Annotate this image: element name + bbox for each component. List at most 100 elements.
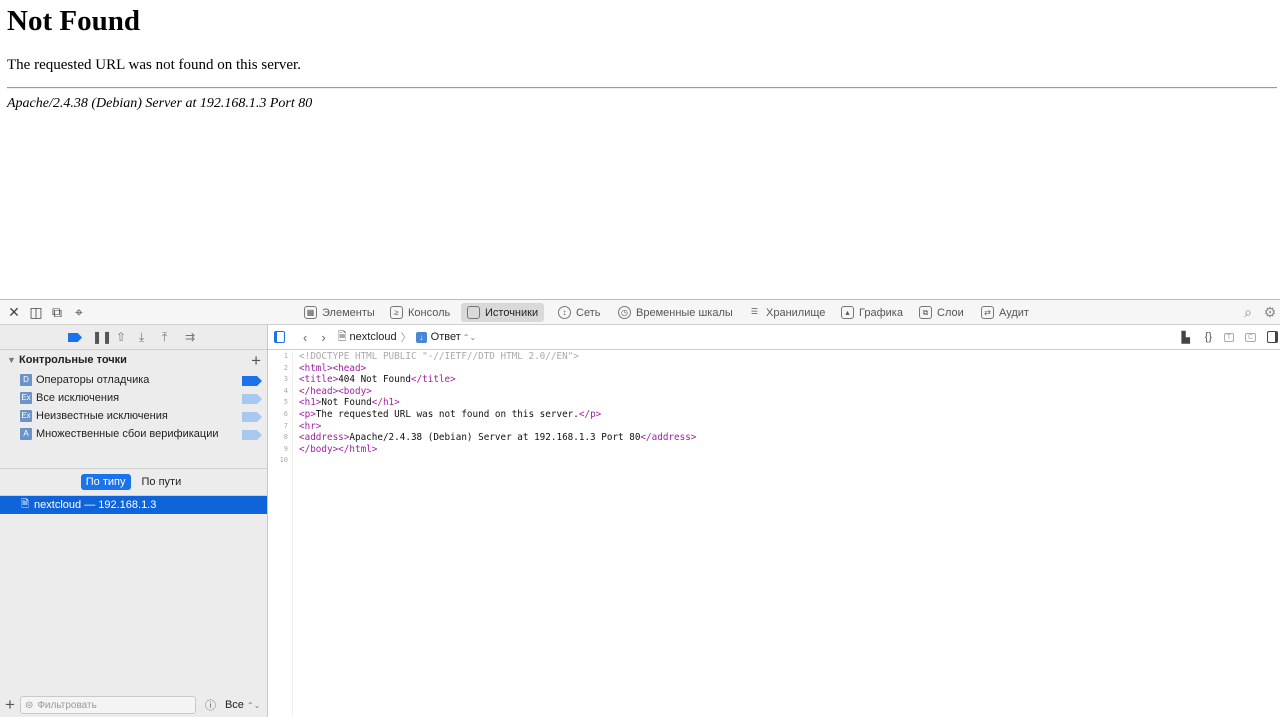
tab-audit[interactable]: ⇄ Аудит [975, 303, 1035, 322]
coverage-icon[interactable]: C [1244, 332, 1256, 342]
document-icon: 🗎 [21, 498, 30, 510]
code-tag: </head><body> [299, 385, 372, 397]
step-out-icon[interactable]: ⤒ [162, 331, 167, 343]
line-number[interactable]: 5 [268, 397, 292, 409]
tab-layers[interactable]: ⧉ Слои [913, 303, 970, 322]
back-icon[interactable]: ‹ [303, 330, 307, 345]
line-number[interactable]: 3 [268, 374, 292, 386]
breakpoint-flag[interactable] [242, 412, 262, 422]
code-line: <address>Apache/2.4.38 (Debian) Server a… [299, 432, 696, 444]
updown-chevron-icon: ⌃⌄ [462, 332, 477, 342]
forward-icon[interactable]: › [321, 330, 325, 345]
code-tag: <html><head> [299, 362, 367, 374]
grouping-scope-bar: По типу По пути [0, 468, 267, 496]
code-line: </body></html> [299, 444, 696, 456]
line-number[interactable]: 10 [268, 455, 292, 467]
gear-icon[interactable]: ⚙ [1262, 304, 1278, 320]
code-tag: <title> [299, 374, 339, 386]
code-doctype: <!DOCTYPE HTML PUBLIC "-//IETF//DTD HTML… [299, 351, 579, 362]
code-line: </head><body> [299, 386, 696, 398]
storage-icon: ☰ [750, 307, 759, 316]
undock-icon[interactable]: ⧉ [49, 304, 65, 320]
info-icon[interactable]: ⓘ [205, 697, 216, 713]
code-line: <!DOCTYPE HTML PUBLIC "-//IETF//DTD HTML… [299, 351, 696, 363]
tab-network[interactable]: ↕ Сеть [552, 303, 606, 322]
add-breakpoint-button[interactable]: + [251, 352, 261, 369]
exception-icon: Ex [20, 392, 32, 404]
line-number[interactable]: 6 [268, 409, 292, 421]
debugger-icon: D [20, 374, 32, 386]
filter-input[interactable]: ⊜ Фильтровать [19, 696, 196, 714]
code-tag: <h1> [299, 397, 322, 409]
line-number[interactable]: 1 [268, 351, 292, 363]
code-editor[interactable]: 1 2 3 4 5 6 7 8 9 10 <!DOCTYPE HTML PUBLIC "-//IE… [268, 351, 1280, 717]
code-line: <p>The requested URL was not found on th… [299, 409, 696, 421]
response-icon: ↓ [415, 331, 427, 343]
search-icon[interactable]: ⌕ [1240, 304, 1256, 320]
details-sidebar-toggle-icon[interactable] [1267, 331, 1278, 343]
layers-icon: ⧉ [919, 306, 932, 319]
scope-by-path[interactable]: По пути [137, 474, 187, 490]
audit-icon: ⇄ [981, 306, 994, 319]
breakpoints-toggle-icon[interactable] [68, 333, 82, 342]
step-icon[interactable]: ⇉ [185, 331, 195, 343]
element-picker-icon[interactable]: ⌖ [71, 304, 87, 320]
code-line: <html><head> [299, 363, 696, 375]
code-tag: <address> [299, 432, 350, 444]
line-gutter: 1 2 3 4 5 6 7 8 9 10 [268, 351, 293, 717]
breakpoint-flag[interactable] [242, 376, 262, 386]
sources-sidebar: ❚❚ ⇧ ⤓ ⤒ ⇉ ▼ Контрольные точки + D Операт… [0, 325, 268, 717]
code-text: 404 Not Found [338, 374, 411, 386]
code-line: <title>404 Not Found</title> [299, 374, 696, 386]
code-tag: </body></html> [299, 443, 378, 455]
tab-sources[interactable]: Источники [461, 303, 545, 322]
breakpoint-flag[interactable] [242, 394, 262, 404]
breadcrumb-resource[interactable]: nextcloud [350, 331, 397, 343]
sidebar-toggle-icon[interactable] [274, 331, 285, 343]
add-icon[interactable]: + [5, 695, 15, 715]
pause-icon[interactable]: ❚❚ [92, 331, 112, 343]
breadcrumb-view[interactable]: Ответ [431, 331, 461, 343]
step-into-icon[interactable]: ⤓ [139, 331, 144, 343]
line-number[interactable]: 9 [268, 444, 292, 456]
tab-storage[interactable]: ☰ Хранилище [742, 303, 831, 322]
code-text: Not Found [321, 397, 372, 409]
tab-graphics[interactable]: ▴ Графика [835, 303, 909, 322]
breakpoint-debugger-statements[interactable]: D Операторы отладчика [20, 372, 149, 388]
disclosure-triangle-icon[interactable]: ▼ [7, 355, 16, 365]
filter-icon: ⊜ [24, 699, 34, 711]
console-icon: ≥ [390, 306, 403, 319]
breakpoint-uncaught-exceptions[interactable]: Ex Неизвестные исключения [20, 408, 168, 424]
line-number[interactable]: 2 [268, 363, 292, 375]
line-number[interactable]: 8 [268, 432, 292, 444]
source-viewer: ‹ › 🗎 nextcloud 〉 ↓ Ответ ⌃⌄ ▙ {} T C 12… [268, 325, 1280, 717]
tab-console[interactable]: ≥ Консоль [384, 303, 456, 322]
tab-elements[interactable]: ▦ Элементы [298, 303, 381, 322]
timelines-icon: ◷ [618, 306, 631, 319]
breakpoints-section-header[interactable]: ▼ Контрольные точки [7, 354, 127, 366]
code-text: Apache/2.4.38 (Debian) Server at 192.168… [349, 432, 641, 444]
breakpoint-assertion-failures[interactable]: A Множественные сбои верификации [20, 426, 219, 442]
line-number[interactable]: 4 [268, 386, 292, 398]
tab-timelines[interactable]: ◷ Временные шкалы [612, 303, 739, 322]
breakpoint-all-exceptions[interactable]: Ex Все исключения [20, 390, 119, 406]
filter-bar: + ⊜ Фильтровать ⓘ Все ⌃⌄ [0, 693, 267, 717]
code-tag: <p> [299, 408, 316, 420]
web-inspector: ✕ ◫ ⧉ ⌖ ▦ Элементы ≥ Консоль Источники ↕ Се… [0, 299, 1280, 717]
copy-resource-icon[interactable]: ▙ [1182, 331, 1190, 344]
type-icon[interactable]: T [1223, 332, 1234, 342]
graphics-icon: ▴ [841, 306, 854, 319]
scope-by-type[interactable]: По типу [80, 474, 131, 490]
step-over-icon[interactable]: ⇧ [116, 331, 126, 343]
breakpoint-flag[interactable] [242, 430, 262, 440]
assertion-icon: A [20, 428, 32, 440]
pretty-print-icon[interactable]: {} [1205, 331, 1212, 343]
divider [7, 87, 1277, 89]
resource-item[interactable]: 🗎 nextcloud — 192.168.1.3 [0, 496, 267, 514]
dock-side-icon[interactable]: ◫ [28, 304, 44, 320]
filter-type-select[interactable]: Все ⌃⌄ [225, 699, 260, 711]
close-icon[interactable]: ✕ [6, 304, 22, 320]
code-tag: <hr> [299, 420, 322, 432]
line-number[interactable]: 7 [268, 421, 292, 433]
